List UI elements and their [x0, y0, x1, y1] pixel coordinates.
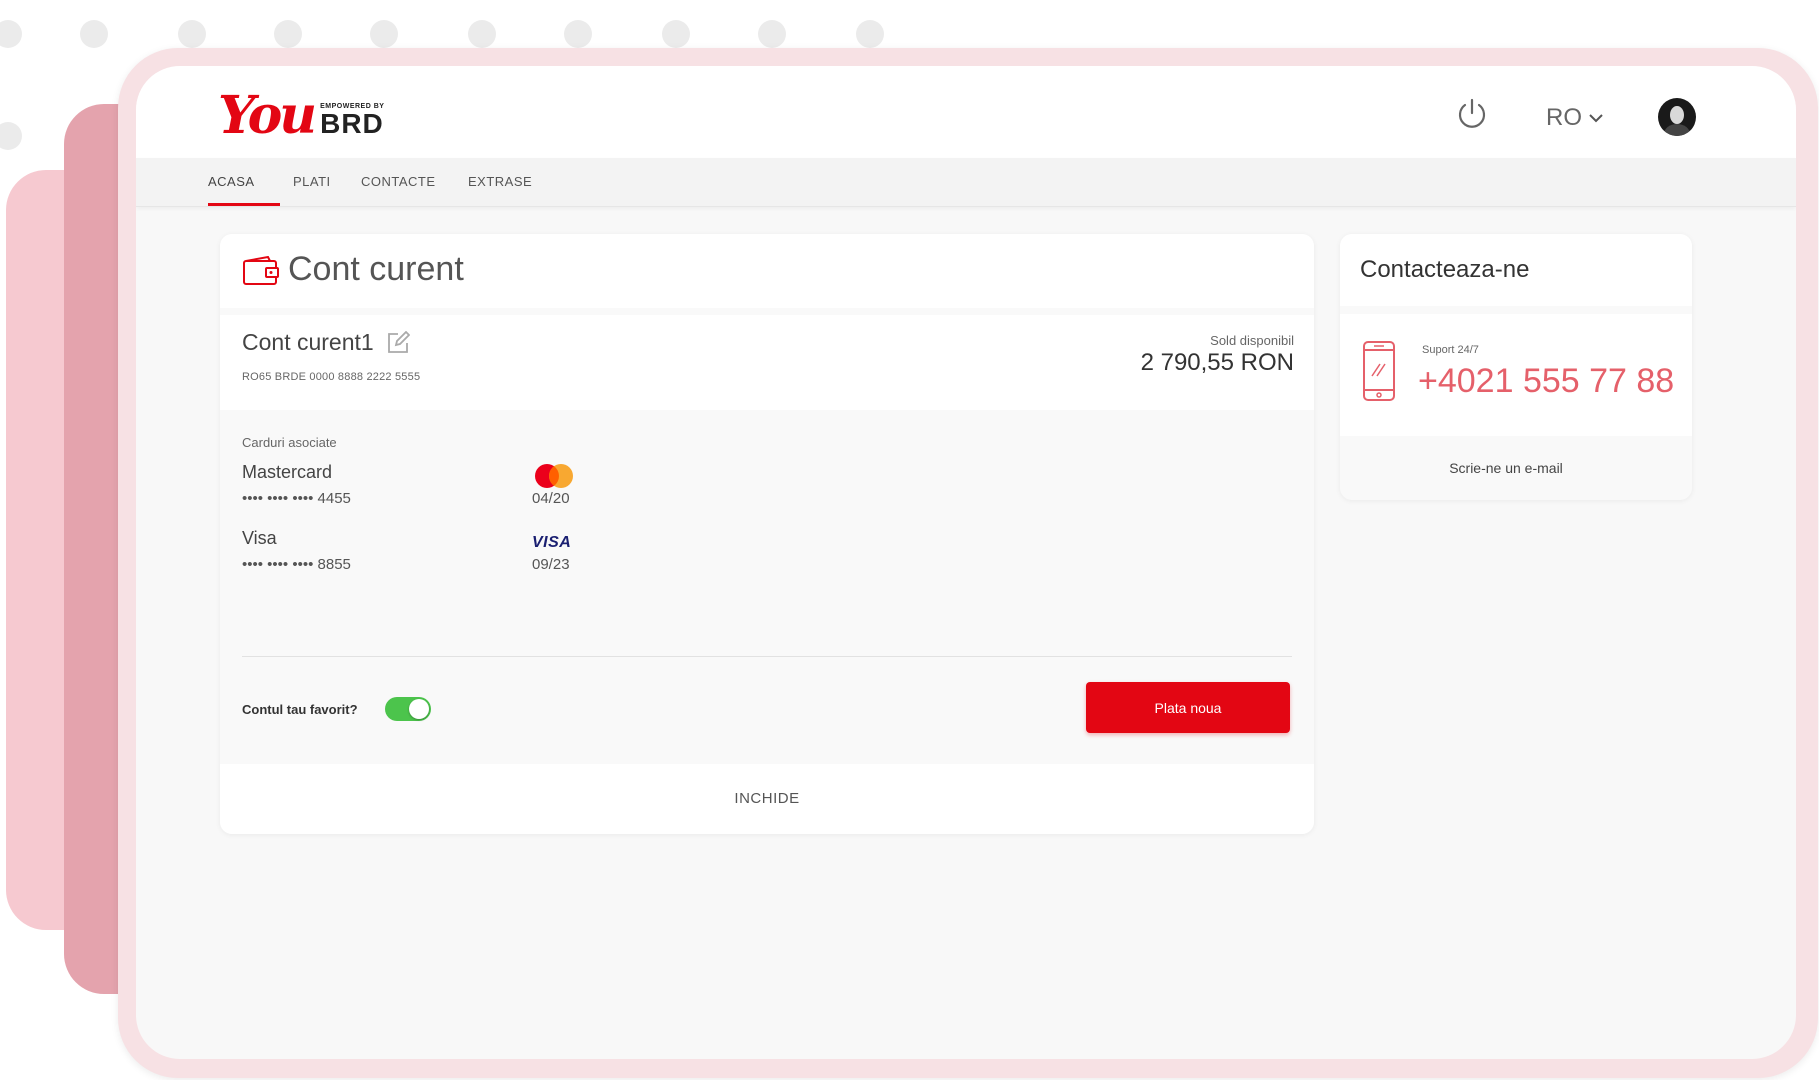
decor-dot [0, 20, 22, 48]
brand-logo[interactable]: You EMPOWERED BY BRD [218, 86, 384, 142]
support-label: Suport 24/7 [1422, 344, 1479, 356]
decor-dot [370, 20, 398, 48]
linked-cards: Carduri asociate [242, 434, 337, 452]
logo-bank: BRD [320, 108, 384, 139]
chevron-down-icon [1589, 114, 1603, 123]
account-card: Cont curent Cont curent1 RO65 BRDE 0000 … [220, 234, 1314, 834]
decor-dot [274, 20, 302, 48]
nav-tab-extrase[interactable]: EXTRASE [468, 174, 532, 189]
contact-header: Contacteaza-ne [1340, 234, 1692, 306]
nav-tab-contacte[interactable]: CONTACTE [361, 174, 436, 189]
account-name: Cont curent1 [242, 329, 410, 356]
account-row[interactable]: Cont curent1 RO65 BRDE 0000 8888 2222 55… [220, 315, 1314, 410]
toggle-knob [409, 699, 429, 719]
email-link[interactable]: Scrie-ne un e-mail [1340, 460, 1692, 476]
decor-dot [80, 20, 108, 48]
card-number: •••• •••• •••• 4455 [242, 490, 351, 507]
decor-dot [468, 20, 496, 48]
card-title: Cont curent [288, 250, 464, 288]
top-bar: You EMPOWERED BY BRD RO [136, 66, 1796, 158]
contact-card: Contacteaza-ne Suport 24/7 +4021 555 77 … [1340, 234, 1692, 500]
close-row: INCHIDE [220, 764, 1314, 834]
card-expiry: 09/23 [532, 556, 570, 573]
new-payment-button[interactable]: Plata noua [1086, 682, 1290, 733]
favorite-label: Contul tau favorit? [242, 702, 358, 717]
card-name-mastercard[interactable]: Mastercard [242, 462, 332, 483]
card-number: •••• •••• •••• 8855 [242, 556, 351, 573]
visa-logo: VISA [532, 534, 572, 551]
nav-tab-plati[interactable]: PLATI [293, 174, 331, 189]
app-screen: You EMPOWERED BY BRD RO ACASA PLATI CONT… [136, 66, 1796, 1059]
divider [242, 656, 1292, 657]
card-name-visa[interactable]: Visa [242, 528, 277, 549]
linked-cards-label: Carduri asociate [242, 435, 337, 450]
decor-dot [662, 20, 690, 48]
logo-you: You [218, 85, 317, 146]
active-tab-indicator [208, 203, 280, 206]
decor-dot [564, 20, 592, 48]
balance-label: Sold disponibil [1210, 333, 1294, 348]
phone-section: Suport 24/7 +4021 555 77 88 [1340, 314, 1692, 436]
account-name-text: Cont curent1 [242, 329, 374, 355]
user-avatar[interactable] [1658, 98, 1696, 136]
account-card-header: Cont curent [220, 234, 1314, 308]
logo-side: EMPOWERED BY BRD [320, 103, 384, 138]
avatar-body [1664, 124, 1690, 136]
close-button[interactable]: INCHIDE [220, 790, 1314, 807]
main-nav: ACASA PLATI CONTACTE EXTRASE [136, 158, 1796, 207]
avatar-face [1670, 106, 1684, 124]
favorite-toggle[interactable] [385, 697, 431, 721]
card-expiry: 04/20 [532, 490, 570, 507]
smartphone-icon [1363, 341, 1395, 401]
decor-dot [178, 20, 206, 48]
nav-tab-acasa[interactable]: ACASA [208, 174, 255, 189]
support-phone-link[interactable]: +4021 555 77 88 [1418, 362, 1674, 401]
balance-amount: 2 790,55 RON [1140, 349, 1294, 376]
edit-icon[interactable] [386, 330, 410, 355]
decor-dot [856, 20, 884, 48]
language-label: RO [1546, 104, 1582, 131]
power-icon[interactable] [1454, 96, 1490, 132]
mastercard-logo [535, 464, 573, 488]
decor-dot [0, 122, 22, 150]
wallet-icon [243, 256, 279, 285]
decor-dot [758, 20, 786, 48]
language-selector[interactable]: RO [1546, 104, 1604, 132]
contact-title: Contacteaza-ne [1360, 256, 1530, 283]
account-iban: RO65 BRDE 0000 8888 2222 5555 [242, 371, 421, 383]
